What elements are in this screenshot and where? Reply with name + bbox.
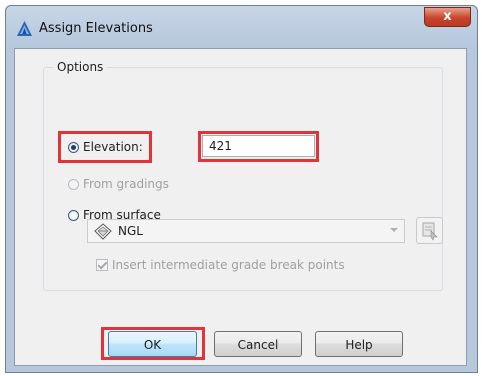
insert-breakpoints-label: Insert intermediate grade break points <box>112 258 345 272</box>
pick-surface-button[interactable] <box>416 217 443 244</box>
from-gradings-radio-row[interactable]: From gradings <box>68 177 169 191</box>
dialog-body: Options Elevation: From gradings From su… <box>14 48 467 366</box>
title-bar[interactable]: Assign Elevations x <box>6 6 477 48</box>
elevation-label: Elevation: <box>83 140 143 154</box>
cancel-button[interactable]: Cancel <box>214 331 302 357</box>
surface-select[interactable]: NGL <box>87 219 405 243</box>
close-icon: x <box>443 9 452 24</box>
insert-breakpoints-checkbox[interactable] <box>96 259 108 271</box>
pick-from-drawing-icon <box>422 222 438 241</box>
window-title: Assign Elevations <box>39 21 153 36</box>
autocad-logo-icon <box>17 21 32 36</box>
elevation-input[interactable] <box>202 135 315 157</box>
surface-icon <box>94 223 112 240</box>
from-surface-radio[interactable] <box>68 209 79 221</box>
surface-select-value: NGL <box>118 224 143 238</box>
chevron-down-icon[interactable] <box>390 228 398 232</box>
options-group-label: Options <box>54 60 107 74</box>
insert-breakpoints-row[interactable]: Insert intermediate grade break points <box>96 258 345 272</box>
from-gradings-label: From gradings <box>83 177 169 191</box>
elevation-radio[interactable] <box>68 141 79 153</box>
elevation-radio-row[interactable]: Elevation: <box>68 140 143 154</box>
dialog-window: Assign Elevations x Options Elevation: F… <box>5 5 478 373</box>
ok-button[interactable]: OK <box>108 331 197 357</box>
help-button[interactable]: Help <box>315 331 403 357</box>
from-gradings-radio[interactable] <box>68 178 79 190</box>
close-button[interactable]: x <box>424 7 471 27</box>
